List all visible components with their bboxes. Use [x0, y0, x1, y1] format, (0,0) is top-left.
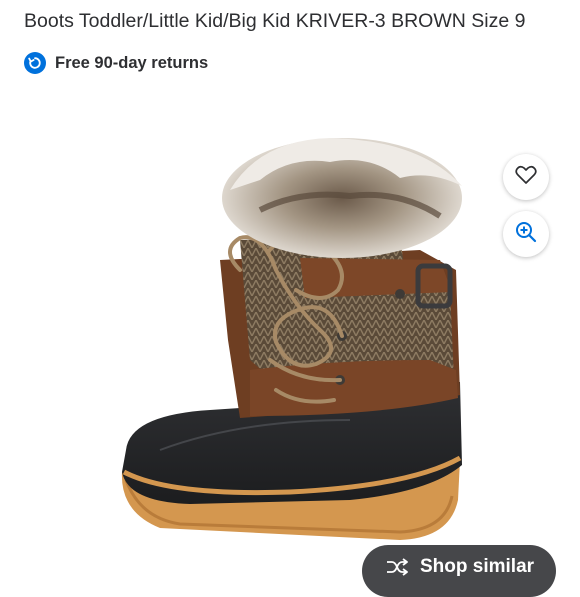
product-title: Boots Toddler/Little Kid/Big Kid KRIVER-…	[24, 10, 526, 32]
zoom-button[interactable]	[503, 211, 549, 257]
shuffle-icon	[386, 557, 408, 582]
returns-label: Free 90-day returns	[55, 53, 209, 72]
favorite-button[interactable]	[503, 154, 549, 200]
return-arrow-icon	[24, 52, 46, 74]
returns-badge: Free 90-day returns	[24, 52, 208, 74]
product-image[interactable]	[100, 120, 480, 560]
zoom-in-icon	[515, 221, 537, 248]
heart-icon	[515, 165, 537, 190]
shop-similar-label: Shop similar	[420, 556, 535, 577]
shop-similar-button[interactable]: Shop similar	[362, 545, 556, 597]
